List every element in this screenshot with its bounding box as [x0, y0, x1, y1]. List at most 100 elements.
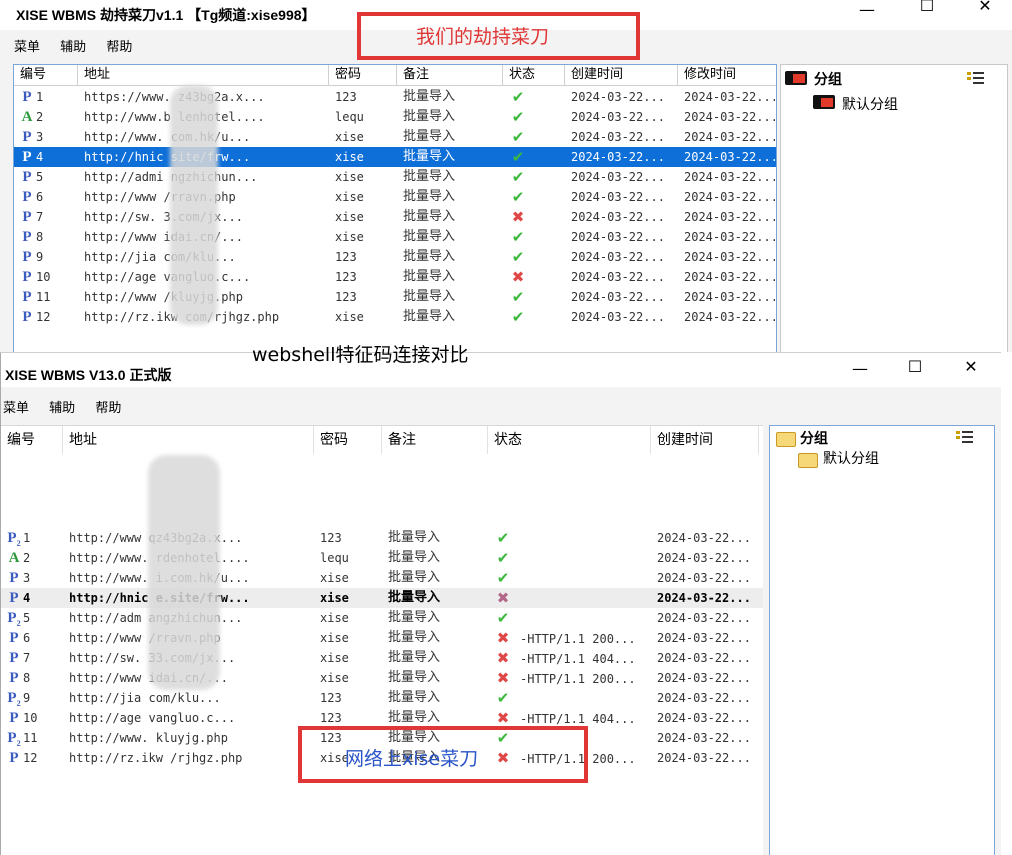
window2-menu-help[interactable]: 帮助 [95, 401, 121, 416]
table-row[interactable]: P25http://adm angzhichun...xise批量导入✔2024… [1, 608, 763, 628]
cross-icon: ✖ [496, 649, 510, 667]
window1-menu-main[interactable]: 菜单 [14, 40, 40, 55]
php-type-icon: P [22, 229, 32, 245]
row-created: 2024-03-22... [571, 290, 665, 304]
php-type-icon: P [22, 289, 32, 305]
col-id[interactable]: 编号 [14, 65, 78, 85]
table-row[interactable]: P 10 http://age vangluo.c... 123 批量导入 ✖ -HTTP/… [1, 708, 763, 728]
window1-close-button[interactable]: ✕ [970, 0, 1000, 15]
list-view-icon[interactable] [956, 430, 974, 444]
php-type-icon: P [22, 269, 32, 285]
col-password[interactable]: 密码 [329, 65, 397, 85]
col-note[interactable]: 备注 [397, 65, 503, 85]
row-note: 批量导入 [388, 650, 441, 665]
col-modified[interactable]: 修改时间 [678, 65, 775, 85]
window2-close-button[interactable]: ✕ [956, 357, 986, 376]
row-id-cell: P3 [14, 127, 78, 147]
row-password: xise [320, 611, 349, 625]
table-row[interactable]: P2 9 http://jia com/klu... 123 批量导入 ✔ 2024-03-… [1, 688, 763, 708]
row-note: 批量导入 [388, 610, 441, 625]
tree-root-label[interactable]: 分组 [814, 69, 842, 89]
row-created: 2024-03-22... [657, 591, 751, 605]
table-row[interactable]: P 4 http://hnic site/frw... xise 批量导入 ✔ 2024-0… [14, 147, 776, 167]
col-password[interactable]: 密码 [314, 426, 382, 454]
row-password: xise [320, 631, 349, 645]
window1-menu-assist[interactable]: 辅助 [60, 40, 86, 55]
row-password: xise [335, 170, 364, 184]
row-created: 2024-03-22... [657, 731, 751, 745]
window1-group-tree[interactable]: 分组 默认分组 [780, 64, 1008, 352]
table-row[interactable]: P 9 http://jia com/klu... 123 批量导入 ✔ 2024-03-2… [14, 247, 776, 267]
table-row[interactable]: P 7 http://sw. 3.com/jx... xise 批量导入 ✖ 2024-03… [14, 207, 776, 227]
table-row[interactable]: P3http://www. i.com.hk/u...xise批量导入✔2024… [1, 568, 763, 588]
php-type-icon: P2 [7, 610, 21, 629]
tree-child-label[interactable]: 默认分组 [842, 94, 898, 114]
table-row[interactable]: P 6 http://www /rravn.php xise 批量导入 ✖ -HTTP/1.… [1, 628, 763, 648]
col-address[interactable]: 地址 [78, 65, 329, 85]
table-row[interactable]: P 1 https://www. z43bg2a.x... 123 批量导入 ✔ 2024-… [14, 87, 776, 107]
row-id-cell: P8 [14, 227, 78, 247]
row-id-cell: P2 11 [1, 728, 63, 749]
row-note: 批量导入 [403, 209, 456, 224]
table-row[interactable]: P21http://www qz43bg2a.x...123批量导入✔2024-… [1, 528, 763, 548]
col-note[interactable]: 备注 [382, 426, 488, 454]
window1-menu-help[interactable]: 帮助 [106, 40, 132, 55]
window2-minimize-button[interactable]: — [845, 359, 875, 378]
row-note: 批量导入 [403, 189, 456, 204]
privacy-blur-mask [170, 85, 218, 325]
window2-site-list[interactable]: 编号 地址 密码 备注 状态 创建时间 P21http://www qz43bg… [1, 425, 763, 855]
row-password: 123 [320, 711, 342, 725]
col-created[interactable]: 创建时间 [565, 65, 678, 85]
row-password: xise [335, 190, 364, 204]
table-row[interactable]: P 3 http://www. com.hk/u... xise 批量导入 ✔ 2024-0… [14, 127, 776, 147]
row-modified: 2024-03-22... [684, 170, 775, 184]
table-row[interactable]: A2http://www. rdenhotel....lequ批量导入✔2024… [1, 548, 763, 568]
window1-minimize-button[interactable]: — [852, 0, 882, 19]
tree-root-label[interactable]: 分组 [800, 428, 828, 448]
row-password: lequ [335, 110, 364, 124]
table-row[interactable]: A 2 http://www.b lenhotel.... lequ 批量导入 ✔ 2024… [14, 107, 776, 127]
table-row[interactable]: P4http://hnic e.site/frw...xise批量导入✖2024… [1, 588, 763, 608]
row-id-cell: A2 [1, 548, 63, 568]
row-note: 批量导入 [403, 289, 456, 304]
check-icon: ✔ [511, 108, 525, 126]
col-status[interactable]: 状态 [488, 426, 651, 454]
col-id[interactable]: 编号 [1, 426, 63, 454]
row-note: 批量导入 [403, 89, 456, 104]
table-row[interactable]: P 12 http://rz.ikw com/rjhgz.php xise 批量导入 ✔ 2… [14, 307, 776, 327]
col-status[interactable]: 状态 [503, 65, 565, 85]
row-id: 10 [23, 711, 38, 725]
window2-maximize-button[interactable]: ☐ [900, 357, 930, 376]
tree-child-label[interactable]: 默认分组 [823, 448, 879, 468]
row-created: 2024-03-22... [657, 671, 751, 685]
row-url: http://jia com/klu... [69, 691, 221, 705]
table-row[interactable]: P 8 http://www idai.cn/... xise 批量导入 ✔ 2024-03… [14, 227, 776, 247]
list-view-icon[interactable] [967, 71, 985, 85]
window1-site-list[interactable]: 编号 地址 密码 备注 状态 创建时间 修改时间 P 1 https://www. … [13, 64, 777, 352]
col-address[interactable]: 地址 [63, 426, 314, 454]
row-id: 12 [36, 310, 51, 324]
row-id: 5 [23, 611, 31, 625]
cross-icon: ✖ [496, 669, 510, 687]
row-created: 2024-03-22... [571, 190, 665, 204]
row-password: xise [320, 671, 349, 685]
table-row[interactable]: P 6 http://www /rravn.php xise 批量导入 ✔ 2024-03-… [14, 187, 776, 207]
window2-menu-assist[interactable]: 辅助 [49, 401, 75, 416]
asp-type-icon: A [21, 109, 33, 125]
table-row[interactable]: P7http://sw. 33.com/jx...xise批量导入✖-HTTP/… [1, 648, 763, 668]
window2-menu-main[interactable]: 菜单 [3, 401, 29, 416]
row-id: 1 [23, 531, 31, 545]
table-row[interactable]: P 11 http://www /kluyjg.php 123 批量导入 ✔ 2024-03… [14, 287, 776, 307]
row-created: 2024-03-22... [571, 210, 665, 224]
row-created: 2024-03-22... [657, 651, 751, 665]
table-row[interactable]: P 10 http://age vangluo.c... 123 批量导入 ✖ 2024-0… [14, 267, 776, 287]
table-row[interactable]: P5http://admi ngzhichun...xise批量导入✔2024-… [14, 167, 776, 187]
window1-list-header: 编号 地址 密码 备注 状态 创建时间 修改时间 [14, 65, 776, 86]
table-row[interactable]: P8http://www idai.cn/...xise批量导入✖-HTTP/1… [1, 668, 763, 688]
col-created[interactable]: 创建时间 [651, 426, 759, 454]
row-id: 6 [36, 190, 44, 204]
window2-group-tree[interactable]: 分组 默认分组 [769, 425, 995, 855]
row-modified: 2024-03-22... [684, 310, 775, 324]
row-id-cell: P1 [14, 87, 78, 107]
window1-maximize-button[interactable]: ☐ [912, 0, 942, 15]
